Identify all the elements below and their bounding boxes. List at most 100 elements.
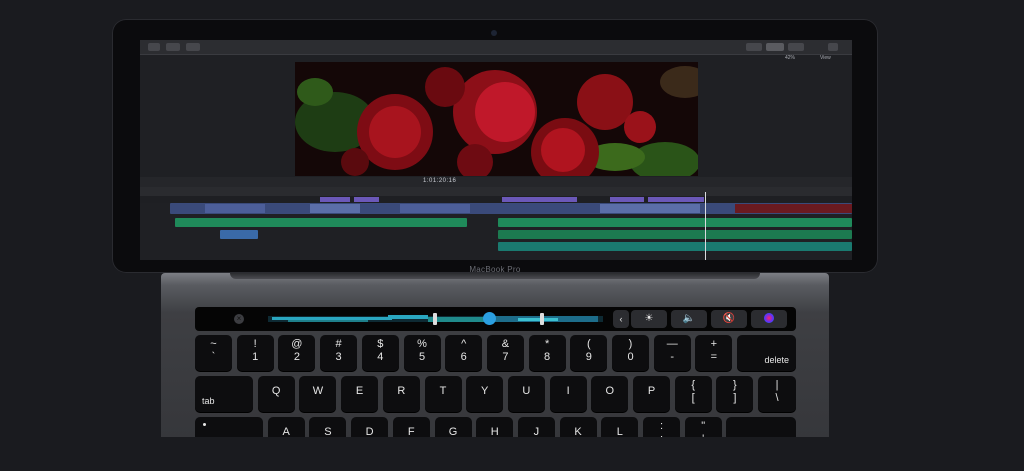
key-2[interactable]: @2 — [278, 335, 316, 371]
inspector-button[interactable] — [788, 43, 804, 51]
share-button[interactable] — [828, 43, 838, 51]
video-clip[interactable] — [310, 204, 360, 213]
audio-clip-blue[interactable] — [220, 230, 258, 239]
title-clip[interactable] — [354, 197, 379, 202]
video-track[interactable] — [170, 203, 852, 214]
import-button[interactable] — [166, 43, 180, 51]
brightness-icon[interactable]: ☀ — [631, 310, 667, 328]
key-label: | — [775, 379, 779, 391]
key-label: - — [670, 351, 675, 363]
title-clip[interactable] — [648, 197, 704, 202]
siri-icon[interactable] — [751, 310, 787, 328]
key-label: Y — [481, 385, 489, 397]
scrubber-handle[interactable] — [483, 312, 497, 325]
layout-button[interactable] — [746, 43, 762, 51]
key-label: ) — [628, 338, 633, 350]
video-clip[interactable] — [205, 204, 265, 213]
key-u[interactable]: U — [507, 376, 545, 412]
key-t[interactable]: T — [424, 376, 462, 412]
key--[interactable]: — - — [653, 335, 691, 371]
key-p[interactable]: P — [633, 376, 670, 412]
key-bracket-2[interactable]: | \ — [758, 376, 796, 412]
key-label: R — [397, 385, 406, 397]
key-label: " — [701, 420, 706, 432]
key-0[interactable]: ) 0 — [612, 335, 649, 371]
key-bracket-1[interactable]: }] — [716, 376, 754, 412]
key-label: Q — [271, 385, 281, 397]
key-label: E — [355, 385, 364, 397]
key-bracket-0[interactable]: {[ — [674, 376, 712, 412]
layout-button-active[interactable] — [766, 43, 784, 51]
key-y[interactable]: Y — [466, 376, 504, 412]
key-w[interactable]: W — [299, 376, 337, 412]
key-8[interactable]: * 8 — [528, 335, 566, 371]
mute-icon[interactable]: 🔇 — [711, 310, 747, 328]
flower-video-frame — [295, 62, 698, 176]
key-r[interactable]: R — [382, 376, 420, 412]
key-label: O — [605, 385, 615, 397]
key-label: * — [544, 338, 550, 350]
key-label: ( — [586, 338, 591, 350]
key-label: ! — [253, 338, 257, 350]
key-6[interactable]: ^ 6 — [445, 335, 483, 371]
timeline-playhead[interactable] — [705, 192, 706, 260]
video-clip-red[interactable] — [735, 204, 852, 213]
key-label: U — [522, 385, 531, 397]
timeline-scrubber[interactable] — [268, 312, 603, 326]
audio-track[interactable] — [175, 218, 467, 227]
key-3[interactable]: #3 — [320, 335, 358, 371]
title-clip[interactable] — [320, 197, 350, 202]
key-label: T — [439, 385, 447, 397]
key-i[interactable]: I — [549, 376, 587, 412]
close-icon[interactable]: × — [234, 314, 244, 324]
viewer-zoom[interactable]: 42% — [785, 55, 795, 61]
audio-track-teal[interactable] — [498, 242, 852, 251]
key-label: % — [417, 338, 427, 350]
key-label: ` — [211, 351, 216, 363]
key-label: 6 — [460, 351, 467, 363]
key-label: = — [710, 351, 718, 363]
key-label: [ — [691, 392, 695, 404]
title-clip[interactable] — [502, 197, 577, 202]
key-label: W — [312, 385, 324, 397]
timecode-display: 1:01:20:16 — [423, 178, 457, 184]
key-label: @ — [291, 338, 303, 350]
key-`[interactable]: ~ ` — [195, 335, 232, 371]
key-5[interactable]: % 5 — [403, 335, 441, 371]
audio-track[interactable] — [498, 230, 852, 239]
key-label: 1 — [252, 351, 259, 363]
key-label: 3 — [335, 351, 342, 363]
viewer-menu[interactable]: View — [820, 55, 831, 61]
page-bottom — [0, 437, 1024, 471]
key-1[interactable]: ! 1 — [236, 335, 274, 371]
playback-bar — [140, 177, 852, 187]
video-viewer[interactable] — [295, 62, 698, 176]
key-label: tab — [202, 396, 215, 406]
key-label: 8 — [544, 351, 551, 363]
key-4[interactable]: $4 — [361, 335, 399, 371]
key-o[interactable]: O — [591, 376, 629, 412]
touch-bar[interactable]: × ‹ ☀ 🔈 🔇 — [195, 307, 796, 331]
key-7[interactable]: & 7 — [486, 335, 524, 371]
title-clip[interactable] — [610, 197, 644, 202]
video-clip[interactable] — [600, 204, 700, 213]
key-label: ^ — [461, 338, 467, 350]
tab-key[interactable]: tab — [195, 376, 253, 412]
key-q[interactable]: Q — [257, 376, 295, 412]
library-button[interactable] — [148, 43, 160, 51]
delete-key[interactable]: delete — [737, 335, 796, 371]
key-label: & — [501, 338, 510, 350]
keyword-button[interactable] — [186, 43, 200, 51]
hinge — [230, 273, 760, 279]
key-label: + — [710, 338, 718, 350]
chevron-left-icon[interactable]: ‹ — [613, 310, 629, 328]
key-9[interactable]: (9 — [570, 335, 608, 371]
key-e[interactable]: E — [341, 376, 379, 412]
key-label: delete — [764, 355, 789, 365]
key-=[interactable]: + = — [695, 335, 733, 371]
video-clip[interactable] — [400, 204, 470, 213]
volume-icon[interactable]: 🔈 — [671, 310, 707, 328]
audio-track[interactable] — [498, 218, 852, 227]
key-label: $ — [377, 338, 384, 350]
app-toolbar — [140, 40, 852, 55]
